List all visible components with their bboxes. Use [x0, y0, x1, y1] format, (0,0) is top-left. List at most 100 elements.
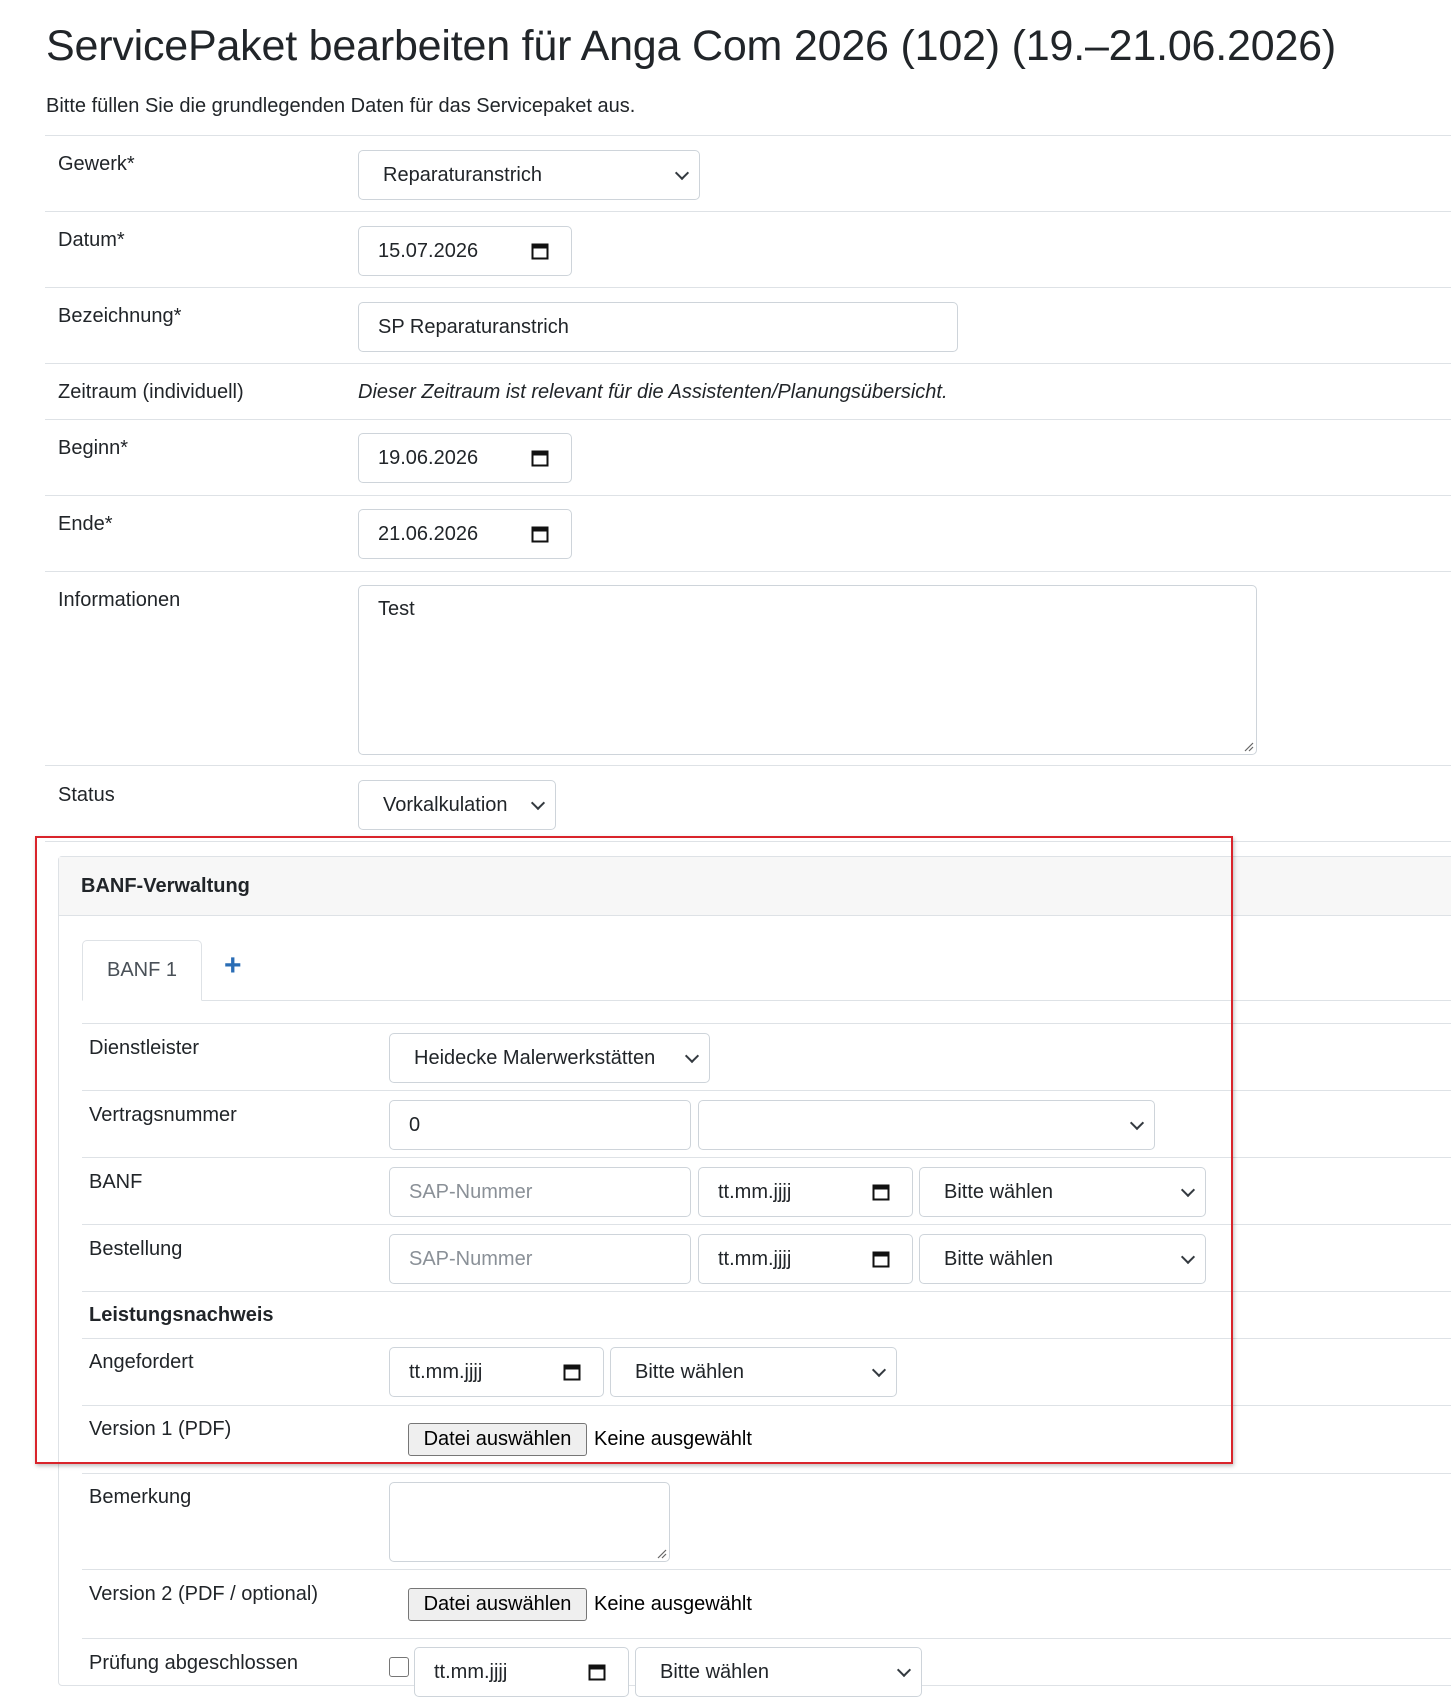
version2-file-button[interactable]: Datei auswählen [408, 1588, 587, 1621]
chevron-down-icon [1180, 1182, 1196, 1198]
banf-sap-placeholder: SAP-Nummer [409, 1180, 533, 1203]
bestellung-sap-placeholder: SAP-Nummer [409, 1247, 533, 1270]
angefordert-label: Angefordert [89, 1351, 194, 1373]
tabs-baseline [82, 1000, 1451, 1001]
vertragsnummer-value: 0 [409, 1113, 421, 1136]
chevron-down-icon [684, 1048, 700, 1064]
angefordert-status-select[interactable]: Bitte wählen [610, 1347, 897, 1397]
resize-grip-icon[interactable] [1242, 740, 1254, 752]
pruefung-label: Prüfung abgeschlossen [89, 1652, 299, 1674]
gewerk-select-value: Reparaturanstrich [383, 163, 542, 186]
add-banf-tab-button[interactable]: + [224, 949, 242, 983]
banf-status-select[interactable]: Bitte wählen [919, 1167, 1206, 1217]
divider [82, 1090, 1451, 1091]
banf-sap-input[interactable]: SAP-Nummer [389, 1167, 691, 1217]
divider [82, 1473, 1451, 1474]
informationen-value: Test [378, 598, 415, 620]
status-label: Status [58, 784, 115, 806]
dienstleister-label: Dienstleister [89, 1037, 200, 1059]
chevron-down-icon [674, 165, 690, 181]
vertragsnummer-label: Vertragsnummer [89, 1104, 237, 1126]
vertragsnummer-select[interactable] [698, 1100, 1155, 1150]
datum-label: Datum* [58, 229, 125, 251]
bemerkung-textarea[interactable] [389, 1482, 670, 1562]
informationen-textarea[interactable]: Test [358, 585, 1257, 755]
divider [82, 1569, 1451, 1570]
calendar-icon[interactable] [531, 242, 549, 260]
banf-row-label: BANF [89, 1171, 143, 1193]
version1-file-button[interactable]: Datei auswählen [408, 1423, 587, 1456]
calendar-icon[interactable] [872, 1183, 890, 1201]
divider [82, 1224, 1451, 1225]
divider [45, 287, 1451, 288]
divider [45, 211, 1451, 212]
chevron-down-icon [1129, 1115, 1145, 1131]
banf-panel-header: BANF-Verwaltung [59, 857, 1451, 916]
calendar-icon[interactable] [531, 449, 549, 467]
beginn-date-input[interactable]: 19.06.2026 [358, 433, 572, 483]
calendar-icon[interactable] [588, 1663, 606, 1681]
pruefung-date-input[interactable]: tt.mm.jjjj [414, 1647, 629, 1697]
bestellung-status-select-value: Bitte wählen [944, 1247, 1053, 1270]
divider [82, 1157, 1451, 1158]
banf-date-input[interactable]: tt.mm.jjjj [698, 1167, 913, 1217]
ende-label: Ende* [58, 513, 113, 535]
zeitraum-note: Dieser Zeitraum ist relevant für die Ass… [358, 381, 948, 403]
status-select-value: Vorkalkulation [383, 793, 508, 816]
bestellung-status-select[interactable]: Bitte wählen [919, 1234, 1206, 1284]
dienstleister-select[interactable]: Heidecke Malerwerkstätten [389, 1033, 710, 1083]
pruefung-checkbox[interactable] [389, 1657, 409, 1677]
resize-grip-icon[interactable] [655, 1547, 667, 1559]
bestellung-date-placeholder: tt.mm.jjjj [718, 1247, 792, 1270]
calendar-icon[interactable] [531, 525, 549, 543]
vertragsnummer-input[interactable]: 0 [389, 1100, 691, 1150]
divider [82, 1338, 1451, 1339]
divider [45, 841, 1451, 842]
divider [45, 765, 1451, 766]
version1-file-status: Keine ausgewählt [594, 1428, 752, 1450]
divider [45, 419, 1451, 420]
pruefung-status-select[interactable]: Bitte wählen [635, 1647, 922, 1697]
version2-file-status: Keine ausgewählt [594, 1593, 752, 1615]
divider [82, 1638, 1451, 1639]
tab-banf-1[interactable]: BANF 1 [82, 940, 202, 1001]
bezeichnung-label: Bezeichnung* [58, 305, 182, 327]
version2-label: Version 2 (PDF / optional) [89, 1583, 318, 1605]
divider [45, 135, 1451, 136]
zeitraum-label: Zeitraum (individuell) [58, 381, 244, 403]
divider [82, 1291, 1451, 1292]
plus-icon: + [224, 949, 242, 982]
bestellung-sap-input[interactable]: SAP-Nummer [389, 1234, 691, 1284]
leistungsnachweis-heading: Leistungsnachweis [89, 1304, 274, 1326]
datum-date-input[interactable]: 15.07.2026 [358, 226, 572, 276]
angefordert-status-select-value: Bitte wählen [635, 1360, 744, 1383]
bezeichnung-input[interactable]: SP Reparaturanstrich [358, 302, 958, 352]
dienstleister-select-value: Heidecke Malerwerkstätten [414, 1046, 656, 1069]
pruefung-status-select-value: Bitte wählen [660, 1660, 769, 1683]
gewerk-label: Gewerk* [58, 153, 135, 175]
divider [82, 1405, 1451, 1406]
page-subtitle: Bitte füllen Sie die grundlegenden Daten… [46, 95, 636, 117]
angefordert-date-input[interactable]: tt.mm.jjjj [389, 1347, 604, 1397]
divider [82, 1023, 1451, 1024]
chevron-down-icon [1180, 1249, 1196, 1265]
bemerkung-label: Bemerkung [89, 1486, 192, 1508]
ende-date-input[interactable]: 21.06.2026 [358, 509, 572, 559]
chevron-down-icon [530, 795, 546, 811]
informationen-label: Informationen [58, 589, 181, 611]
calendar-icon[interactable] [872, 1250, 890, 1268]
divider [45, 363, 1451, 364]
bezeichnung-value: SP Reparaturanstrich [378, 315, 569, 338]
divider [45, 495, 1451, 496]
chevron-down-icon [871, 1362, 887, 1378]
banf-status-select-value: Bitte wählen [944, 1180, 1053, 1203]
bestellung-date-input[interactable]: tt.mm.jjjj [698, 1234, 913, 1284]
beginn-value: 19.06.2026 [378, 446, 479, 469]
calendar-icon[interactable] [563, 1363, 581, 1381]
status-select[interactable]: Vorkalkulation [358, 780, 556, 830]
pruefung-date-placeholder: tt.mm.jjjj [434, 1660, 508, 1683]
page-title: ServicePaket bearbeiten für Anga Com 202… [46, 22, 1336, 70]
gewerk-select[interactable]: Reparaturanstrich [358, 150, 700, 200]
banf-panel-title: BANF-Verwaltung [81, 874, 250, 897]
beginn-label: Beginn* [58, 437, 129, 459]
